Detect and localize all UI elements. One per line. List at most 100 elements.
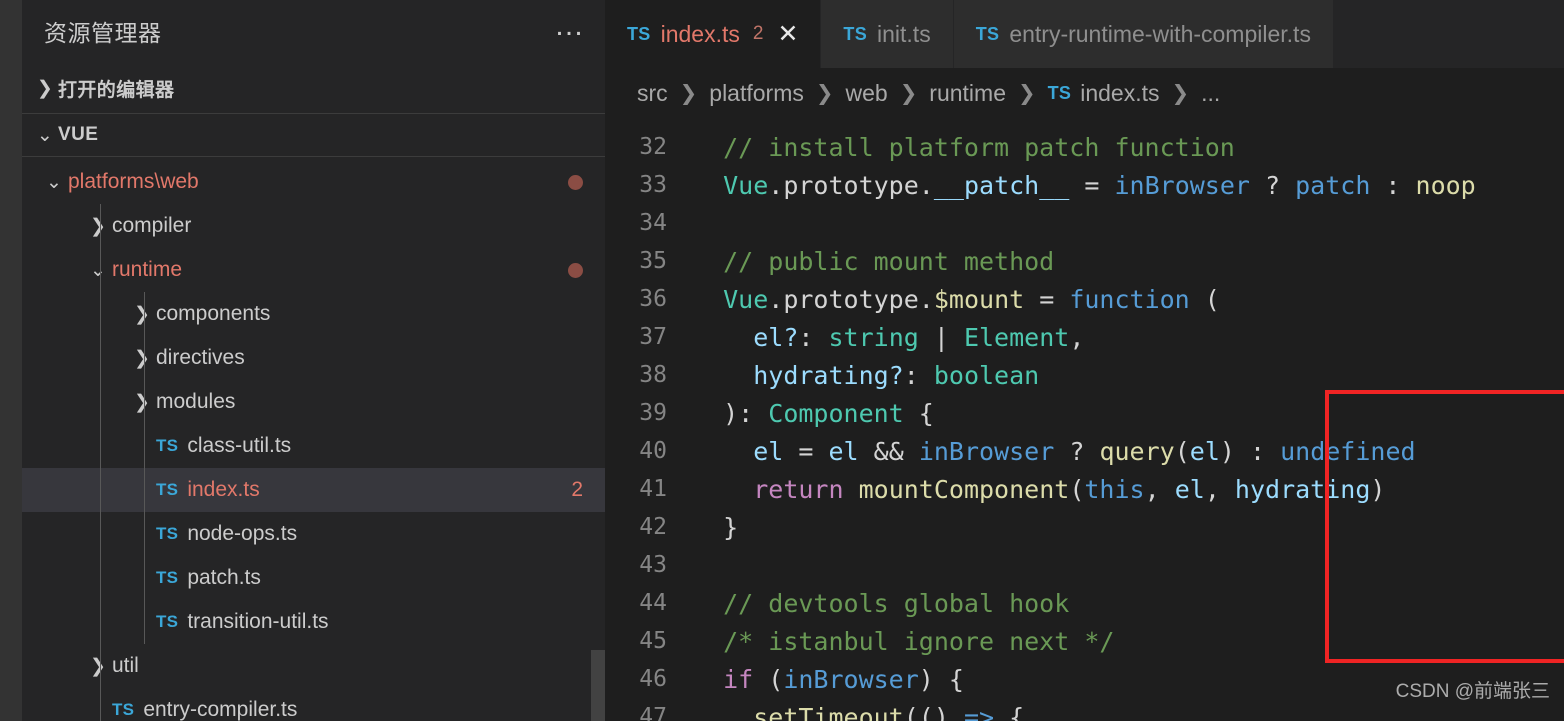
code-line-text: // public mount method bbox=[693, 247, 1564, 276]
tree-row[interactable]: TS index.ts 2 bbox=[22, 468, 605, 512]
modified-dot-icon bbox=[568, 174, 583, 190]
line-number: 32 bbox=[639, 134, 667, 160]
code-token: query bbox=[1099, 436, 1175, 466]
code-token: noop bbox=[1415, 170, 1476, 200]
tree-row[interactable]: ❯ directives bbox=[22, 336, 605, 380]
tree-row[interactable]: TS entry-compiler.ts bbox=[22, 688, 605, 721]
sidebar-scrollbar[interactable] bbox=[591, 650, 605, 721]
editor-tab[interactable]: TS index.ts 2 ✕ bbox=[605, 0, 822, 68]
tree-row[interactable]: ❯ modules bbox=[22, 380, 605, 424]
code-token: setTimeout bbox=[753, 702, 904, 721]
code-line-text: // install platform patch function bbox=[693, 133, 1564, 162]
code-token: : bbox=[798, 322, 829, 352]
code-token: prototype bbox=[783, 284, 919, 314]
breadcrumb-overflow[interactable]: ... bbox=[1201, 80, 1220, 107]
code-line[interactable]: 41 return mountComponent(this, el, hydra… bbox=[605, 470, 1564, 508]
chevron-right-icon[interactable]: ❯ bbox=[84, 655, 112, 678]
sidebar-section-open-editors[interactable]: ❯ 打开的编辑器 bbox=[22, 66, 605, 110]
code-token: Element bbox=[963, 322, 1070, 352]
tree-row[interactable]: ❯ components bbox=[22, 292, 605, 336]
file-tree-rows: TS index.ts ⌄platforms\web❯compiler⌄runt… bbox=[22, 136, 605, 721]
code-line[interactable]: 43 bbox=[605, 546, 1564, 584]
code-line-text: return mountComponent(this, el, hydratin… bbox=[693, 475, 1564, 504]
code-token: // install platform patch function bbox=[723, 132, 1235, 162]
code-token: . bbox=[768, 170, 784, 200]
code-token: . bbox=[918, 284, 934, 314]
tree-row[interactable]: ❯ util bbox=[22, 644, 605, 688]
code-line[interactable]: 35 // public mount method bbox=[605, 242, 1564, 280]
ts-file-icon: TS bbox=[156, 524, 179, 543]
code-line[interactable]: 42 } bbox=[605, 508, 1564, 546]
code-line-text: /* istanbul ignore next */ bbox=[693, 627, 1564, 656]
tree-row-label: node-ops.ts bbox=[187, 522, 298, 545]
editor-tab-bar: TS index.ts 2 ✕ TS init.ts TS entry-runtime-wit… bbox=[605, 0, 1564, 68]
tree-row[interactable]: TS node-ops.ts bbox=[22, 512, 605, 556]
breadcrumb-item[interactable]: runtime bbox=[929, 80, 1006, 107]
code-editor[interactable]: 3132 // install platform patch function3… bbox=[605, 118, 1564, 721]
code-line[interactable]: 45 /* istanbul ignore next */ bbox=[605, 622, 1564, 660]
tree-row[interactable]: TS transition-util.ts bbox=[22, 600, 605, 644]
sidebar-section-vue[interactable]: ⌄ VUE bbox=[22, 113, 605, 157]
ts-file-icon: TS bbox=[1047, 82, 1072, 103]
code-line-text: ): Component { bbox=[693, 399, 1564, 428]
code-line[interactable]: 32 // install platform patch function bbox=[605, 128, 1564, 166]
code-token: = bbox=[1069, 170, 1115, 200]
code-token: this bbox=[1084, 474, 1145, 504]
tree-row[interactable]: ❯ compiler bbox=[22, 204, 605, 248]
tree-row[interactable]: TS class-util.ts bbox=[22, 424, 605, 468]
code-token: inBrowser bbox=[1114, 170, 1250, 200]
chevron-down-icon[interactable]: ⌄ bbox=[84, 259, 112, 282]
code-token: hydrating? bbox=[753, 360, 904, 390]
code-line[interactable]: 31 bbox=[605, 118, 1564, 128]
code-token: . bbox=[768, 284, 784, 314]
file-tree[interactable]: TS index.ts ⌄platforms\web❯compiler⌄runt… bbox=[22, 136, 605, 721]
tree-row[interactable]: TS patch.ts bbox=[22, 556, 605, 600]
tree-row-label: index.ts bbox=[187, 478, 260, 501]
chevron-right-icon[interactable]: ❯ bbox=[84, 215, 112, 238]
tree-row-label: entry-compiler.ts bbox=[143, 698, 298, 721]
editor-tab[interactable]: TS init.ts bbox=[821, 0, 954, 68]
line-number: 47 bbox=[639, 704, 667, 721]
code-line[interactable]: 37 el?: string | Element, bbox=[605, 318, 1564, 356]
code-line-text: } bbox=[693, 513, 1564, 542]
code-line[interactable]: 34 bbox=[605, 204, 1564, 242]
code-line[interactable]: 40 el = el && inBrowser ? query(el) : un… bbox=[605, 432, 1564, 470]
code-line-text: hydrating?: boolean bbox=[693, 361, 1564, 390]
code-line[interactable]: 44 // devtools global hook bbox=[605, 584, 1564, 622]
code-token: function bbox=[1069, 284, 1190, 314]
code-token: patch bbox=[1295, 170, 1371, 200]
ts-file-icon: TS bbox=[112, 700, 135, 719]
chevron-right-icon[interactable]: ❯ bbox=[128, 347, 156, 370]
line-number: 46 bbox=[639, 666, 667, 692]
code-token: { bbox=[994, 702, 1025, 721]
breadcrumb-item[interactable]: platforms bbox=[709, 80, 804, 107]
tree-row-label: components bbox=[156, 302, 271, 325]
code-line[interactable]: 33 Vue.prototype.__patch__ = inBrowser ?… bbox=[605, 166, 1564, 204]
code-token: // public mount method bbox=[723, 246, 1055, 276]
ellipsis-icon[interactable]: … bbox=[554, 11, 587, 41]
code-line[interactable]: 36 Vue.prototype.$mount = function ( bbox=[605, 280, 1564, 318]
code-token: (() bbox=[903, 702, 964, 721]
ts-file-icon: TS bbox=[156, 612, 179, 631]
tree-row[interactable]: ⌄ runtime bbox=[22, 248, 605, 292]
ts-file-icon: TS bbox=[843, 23, 868, 44]
editor-tab-label: init.ts bbox=[877, 20, 931, 47]
close-icon[interactable]: ✕ bbox=[777, 21, 798, 47]
code-token: , bbox=[1204, 474, 1235, 504]
code-line[interactable]: 38 hydrating?: boolean bbox=[605, 356, 1564, 394]
code-token: . bbox=[918, 170, 934, 200]
code-token: /* istanbul ignore next */ bbox=[723, 626, 1115, 656]
breadcrumb-file[interactable]: index.ts bbox=[1080, 80, 1159, 107]
code-token: Vue bbox=[723, 284, 769, 314]
tree-row[interactable]: ⌄ platforms\web bbox=[22, 160, 605, 204]
breadcrumb-item[interactable]: web bbox=[845, 80, 887, 107]
chevron-down-icon[interactable]: ⌄ bbox=[40, 171, 68, 194]
chevron-right-icon[interactable]: ❯ bbox=[128, 303, 156, 326]
code-line[interactable]: 39 ): Component { bbox=[605, 394, 1564, 432]
chevron-right-icon[interactable]: ❯ bbox=[128, 391, 156, 414]
breadcrumb-item[interactable]: src bbox=[637, 80, 668, 107]
code-token: ( bbox=[1189, 284, 1220, 314]
editor-tab[interactable]: TS entry-runtime-with-compiler.ts bbox=[953, 0, 1334, 68]
